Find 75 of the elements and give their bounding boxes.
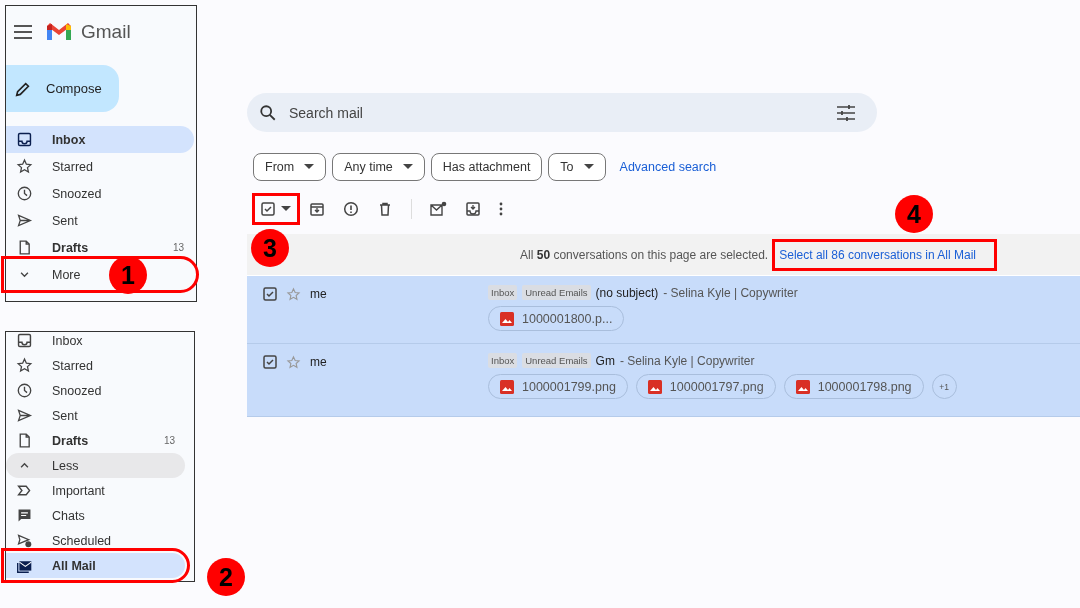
nav-item[interactable]: Less xyxy=(6,453,185,478)
label-tag: Inbox xyxy=(488,353,518,368)
send-icon xyxy=(16,407,33,424)
sender-name: me xyxy=(310,355,327,369)
select-all-link[interactable]: Select all 86 conversations in All Mail xyxy=(772,238,997,271)
star-icon[interactable] xyxy=(286,355,301,370)
caret-icon xyxy=(281,206,291,212)
star-icon xyxy=(16,158,33,175)
nav-item[interactable]: Snoozed xyxy=(6,378,185,403)
nav-item[interactable]: Scheduled xyxy=(6,528,185,553)
caret-icon xyxy=(583,164,594,170)
compose-button[interactable]: Compose xyxy=(6,65,119,112)
caret-icon xyxy=(304,164,315,170)
star-icon xyxy=(16,357,33,374)
message-row[interactable]: me Inbox Unread Emails Gm - Selina Kyle | Copywriter 1000001799.png 1000001797.png 1000001798.png +1 xyxy=(247,344,1080,417)
search-icon xyxy=(259,103,277,122)
archive-icon[interactable] xyxy=(309,201,325,217)
attachment-name: 1000001800.p... xyxy=(522,311,613,326)
nav-item[interactable]: Drafts 13 xyxy=(6,428,185,453)
image-file-icon xyxy=(647,379,662,394)
search-bar[interactable]: Search mail xyxy=(247,93,877,132)
advanced-search-link[interactable]: Advanced search xyxy=(619,160,717,174)
checkbox[interactable] xyxy=(263,287,277,301)
nav-item[interactable]: Sent xyxy=(6,207,194,234)
filter-chip[interactable]: To xyxy=(548,153,606,181)
gmail-logo-icon xyxy=(46,22,72,42)
app-title: Gmail xyxy=(81,21,131,43)
move-to-inbox-icon[interactable] xyxy=(465,201,481,217)
message-row[interactable]: me Inbox Unread Emails (no subject) - Selina Kyle | Copywriter 1000001800.p... xyxy=(247,275,1080,344)
label-tag: Inbox xyxy=(488,285,518,300)
subject-text: (no subject) xyxy=(595,285,659,300)
filter-chip[interactable]: Any time xyxy=(332,153,425,181)
nav-item[interactable]: Starred xyxy=(6,153,194,180)
scheduled-send-icon xyxy=(16,532,33,549)
step-number-badge: 4 xyxy=(895,195,933,233)
attachment-name: 1000001797.png xyxy=(669,379,764,394)
image-file-icon xyxy=(795,379,810,394)
label-tag: Unread Emails xyxy=(522,353,591,368)
inbox-icon xyxy=(16,332,33,349)
attachment-name: 1000001799.png xyxy=(522,379,616,394)
nav-item[interactable]: Starred xyxy=(6,353,185,378)
nav-item[interactable]: Inbox xyxy=(6,328,185,353)
filter-options-icon[interactable] xyxy=(837,104,855,121)
delete-icon[interactable] xyxy=(377,201,393,217)
subject-text: Gm xyxy=(595,353,615,368)
label-tag: Unread Emails xyxy=(522,285,591,300)
more-options-icon[interactable] xyxy=(499,202,503,216)
mark-unread-icon[interactable] xyxy=(430,201,447,217)
image-file-icon xyxy=(500,379,514,394)
report-spam-icon[interactable] xyxy=(343,201,359,217)
clock-icon xyxy=(16,382,33,399)
nav-item[interactable]: Sent xyxy=(6,403,185,428)
step-number-badge: 2 xyxy=(207,558,245,596)
clock-icon xyxy=(16,185,33,202)
search-field[interactable]: Search mail xyxy=(287,103,827,122)
sender-name: me xyxy=(310,287,327,301)
inbox-icon xyxy=(16,131,33,148)
snippet-text: - Selina Kyle | Copywriter xyxy=(663,285,798,300)
image-file-icon xyxy=(500,311,514,326)
checkbox[interactable] xyxy=(263,355,277,369)
star-icon[interactable] xyxy=(286,287,301,302)
filter-chip[interactable]: From xyxy=(253,153,327,181)
checkbox-icon xyxy=(261,202,275,216)
menu-icon[interactable] xyxy=(14,25,32,39)
nav-item[interactable]: Chats xyxy=(6,503,185,528)
caret-icon xyxy=(402,164,413,170)
step-number-badge: 3 xyxy=(251,229,289,267)
selection-message: All 50 conversations on this page are selected. xyxy=(520,247,769,262)
send-icon xyxy=(16,212,33,229)
nav-item[interactable]: Snoozed xyxy=(6,180,194,207)
filter-chip[interactable]: Has attachment xyxy=(430,153,543,181)
snippet-text: - Selina Kyle | Copywriter xyxy=(619,353,755,368)
attachment-name: 1000001798.png xyxy=(817,379,912,394)
nav-item[interactable]: Inbox xyxy=(6,126,194,153)
nav-item[interactable]: Important xyxy=(6,478,185,503)
